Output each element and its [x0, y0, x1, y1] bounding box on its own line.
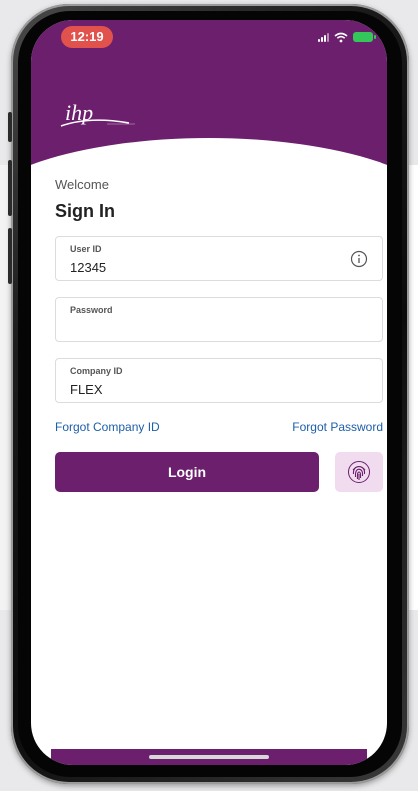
fingerprint-button[interactable] — [335, 452, 383, 492]
info-icon[interactable] — [350, 250, 368, 268]
fingerprint-icon — [348, 461, 370, 483]
ihp-logo: ihp — [60, 100, 135, 127]
battery-icon — [353, 32, 376, 42]
page-title: Sign In — [55, 201, 115, 221]
phone-screen: 12:19 ihp Welcome Sign In User ID 12345 … — [31, 20, 387, 765]
forgot-company-id-link[interactable]: Forgot Company ID — [55, 420, 160, 434]
company-id-label: Company ID — [70, 366, 123, 376]
signal-icon — [318, 32, 329, 42]
user-id-field[interactable]: User ID — [55, 236, 383, 281]
user-id-input[interactable] — [70, 260, 330, 275]
wifi-icon — [334, 32, 348, 42]
password-label: Password — [70, 305, 113, 315]
company-id-input[interactable] — [70, 382, 330, 397]
phone-volume-down — [8, 228, 12, 284]
phone-volume-up — [8, 160, 12, 216]
password-input[interactable] — [70, 321, 330, 336]
app-header: 12:19 ihp — [31, 20, 387, 218]
user-id-label: User ID — [70, 244, 102, 254]
login-button[interactable]: Login — [55, 452, 319, 492]
home-indicator[interactable] — [149, 755, 269, 759]
phone-mute-switch — [8, 112, 12, 142]
status-time: 12:19 — [61, 26, 113, 48]
forgot-password-link[interactable]: Forgot Password — [292, 420, 383, 434]
company-id-field[interactable]: Company ID — [55, 358, 383, 403]
welcome-text: Welcome — [55, 177, 109, 192]
password-field[interactable]: Password — [55, 297, 383, 342]
status-icons — [318, 30, 376, 44]
